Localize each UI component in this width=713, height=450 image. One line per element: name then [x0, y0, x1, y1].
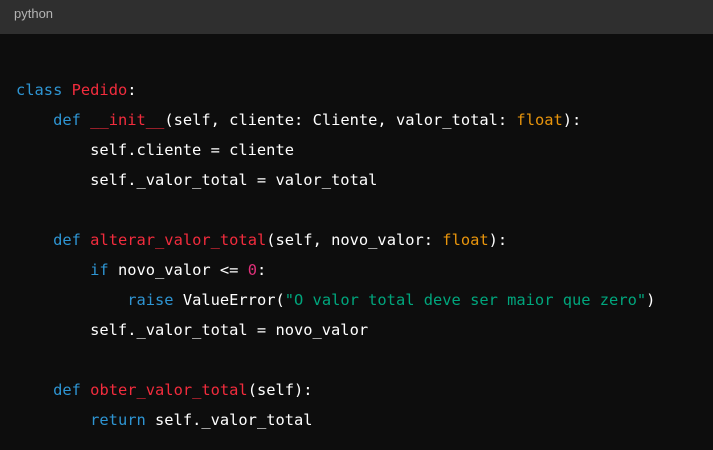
code-line: def obter_valor_total(self):: [16, 375, 713, 405]
code-token-built_in: float: [442, 231, 489, 249]
code-token-plain: novo_valor <=: [108, 261, 248, 279]
code-block-header: python: [0, 0, 713, 34]
code-token-plain: :: [127, 81, 137, 99]
code-token-plain: self._valor_total: [145, 411, 313, 429]
code-line: self._valor_total = valor_total: [16, 165, 713, 195]
code-token-keyword: class: [16, 81, 63, 99]
code-token-built_in: float: [516, 111, 563, 129]
code-token-plain: ):: [488, 231, 508, 249]
code-line: return self._valor_total: [16, 405, 713, 435]
code-line: def alterar_valor_total(self, novo_valor…: [16, 225, 713, 255]
code-token-plain: :: [256, 261, 267, 279]
code-token-keyword: return: [90, 411, 146, 429]
code-token-plain: (self, cliente: Cliente, valor_total:: [164, 111, 517, 129]
code-line: self._valor_total = novo_valor: [16, 315, 713, 345]
code-line: if novo_valor <= 0:: [16, 255, 713, 285]
code-token-plain: self._valor_total = valor_total: [16, 171, 378, 189]
code-token-number: 0: [247, 261, 257, 279]
code-token-keyword: def: [53, 111, 81, 129]
code-token-plain: ):: [562, 111, 582, 129]
code-token-title: alterar_valor_total: [90, 231, 267, 249]
language-label: python: [14, 6, 54, 21]
code-token-keyword: def: [53, 231, 81, 249]
code-token-plain: self._valor_total = novo_valor: [16, 321, 369, 339]
code-line: class Pedido:: [16, 75, 713, 105]
code-line: raise ValueError("O valor total deve ser…: [16, 285, 713, 315]
code-token-keyword: raise: [127, 291, 174, 309]
code-token-string: "O valor total deve ser maior que zero": [284, 291, 647, 309]
code-line: self.cliente = cliente: [16, 135, 713, 165]
code-token-keyword: if: [90, 261, 109, 279]
code-token-plain: ): [646, 291, 656, 309]
code-token-plain: (self, novo_valor:: [266, 231, 443, 249]
code-token-title: Pedido: [71, 81, 128, 99]
code-token-title: __init__: [90, 111, 165, 129]
code-line: def __init__(self, cliente: Cliente, val…: [16, 105, 713, 135]
code-token-keyword: def: [53, 381, 81, 399]
code-token-plain: self.cliente = cliente: [16, 141, 294, 159]
code-token-title: obter_valor_total: [90, 381, 248, 399]
code-token-plain: (self):: [247, 381, 313, 399]
code-token-plain: ValueError(: [173, 291, 285, 309]
code-block[interactable]: class Pedido: def __init__(self, cliente…: [0, 34, 713, 450]
